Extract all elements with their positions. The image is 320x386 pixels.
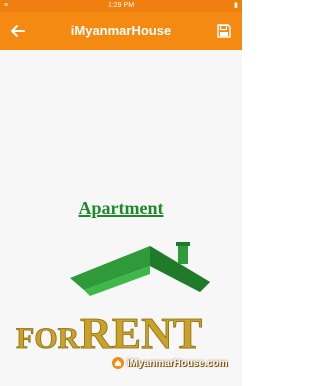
home-icon <box>112 357 124 369</box>
brand-watermark: iMyanmarHouse.com <box>112 356 228 370</box>
app-bar: iMyanmarHouse <box>0 12 242 50</box>
floppy-disk-icon <box>217 24 231 38</box>
house-roof-illustration: FOR RENT <box>16 242 210 356</box>
arrow-left-icon <box>11 25 25 37</box>
image-viewer[interactable]: Apartment FOR RENT iMyanmarHouse.com <box>0 50 242 386</box>
app-title: iMyanmarHouse <box>70 23 172 38</box>
back-button[interactable] <box>6 19 30 43</box>
status-time: 1:29 PM <box>107 2 135 9</box>
save-button[interactable] <box>212 19 236 43</box>
brand-text: iMyanmarHouse.com <box>127 357 228 369</box>
battery-icon: ▮ <box>234 2 238 9</box>
listing-image: Apartment FOR RENT iMyanmarHouse.com <box>0 190 242 380</box>
rent-text: RENT <box>80 309 202 356</box>
status-bar: ≡ 1:29 PM ▮ <box>0 0 242 12</box>
for-text: FOR <box>16 322 80 355</box>
